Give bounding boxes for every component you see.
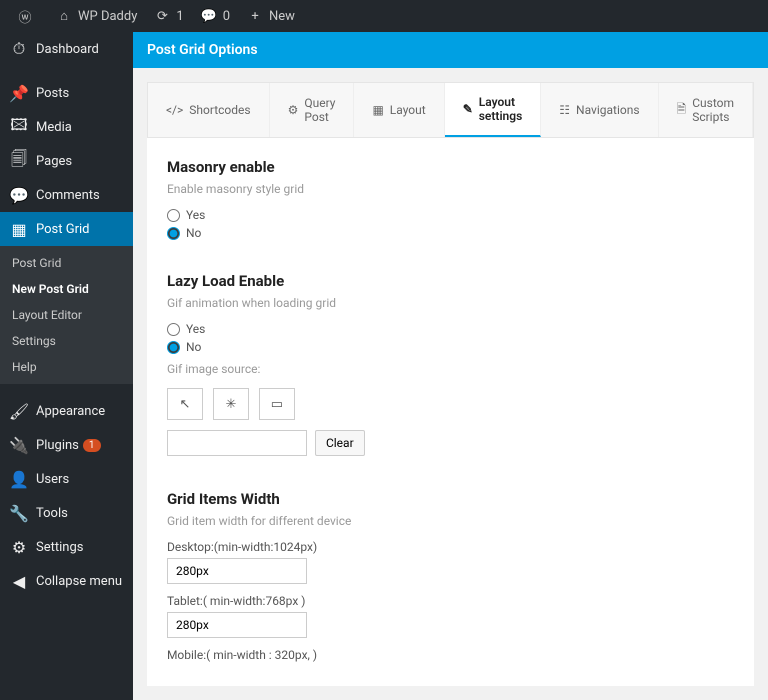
comment-icon: 💬 [200,7,218,25]
updates-link[interactable]: ⟳1 [145,0,191,32]
submenu-postgrid[interactable]: Post Grid [0,250,133,276]
admin-toolbar: ⓦ ⌂WP Daddy ⟳1 💬0 +New [0,0,768,32]
tabs-nav: </>Shortcodes ⚙Query Post ▦Layout ✎Layou… [147,82,754,138]
wordpress-icon: ⓦ [16,7,34,25]
media-icon: 🖾 [10,118,28,136]
code-icon: </> [166,103,183,117]
gif-thumb-2[interactable]: ✳ [213,388,249,420]
lazy-desc: Gif animation when loading grid [167,296,734,310]
gif-thumb-1[interactable]: ↖ [167,388,203,420]
settings-panel: Masonry enable Enable masonry style grid… [147,138,754,686]
gif-source-input[interactable] [167,430,307,456]
gif-thumbs: ↖ ✳ ▭ [167,388,734,420]
masonry-title: Masonry enable [167,158,734,176]
admin-sidebar: ⏱Dashboard 📌Posts 🖾Media 🗐Pages 💬Comment… [0,32,133,700]
new-link[interactable]: + New [238,0,303,32]
collapse-icon: ◀ [10,572,28,590]
tab-shortcodes[interactable]: </>Shortcodes [148,83,270,137]
sidebar-item-pages[interactable]: 🗐Pages [0,144,133,178]
refresh-icon: ⟳ [153,7,171,25]
tablet-width-input[interactable] [167,612,307,638]
plug-icon: 🔌 [10,436,28,454]
dashboard-icon: ⏱ [10,40,28,58]
comments-link[interactable]: 💬0 [192,0,238,32]
desktop-label: Desktop:(min-width:1024px) [167,540,734,554]
sidebar-item-settings[interactable]: ⚙Settings [0,530,133,564]
page-title: Post Grid Options [133,32,768,68]
masonry-radio-yes[interactable]: Yes [167,208,734,222]
comments-count: 0 [223,9,230,24]
user-icon: 👤 [10,470,28,488]
brush-icon: 🖌 [10,402,28,420]
home-icon: ⌂ [55,7,73,25]
tab-query[interactable]: ⚙Query Post [270,83,355,137]
page-icon: 🗐 [10,152,28,170]
sidebar-item-plugins[interactable]: 🔌Plugins1 [0,428,133,462]
sidebar-submenu: Post Grid New Post Grid Layout Editor Se… [0,246,133,384]
gif-source-label: Gif image source: [167,362,734,376]
tab-navigations[interactable]: ☷Navigations [541,83,658,137]
lazy-radio-yes[interactable]: Yes [167,322,734,336]
sidebar-item-users[interactable]: 👤Users [0,462,133,496]
sidebar-item-posts[interactable]: 📌Posts [0,76,133,110]
sidebar-item-appearance[interactable]: 🖌Appearance [0,394,133,428]
sidebar-item-comments[interactable]: 💬Comments [0,178,133,212]
desktop-width-input[interactable] [167,558,307,584]
masonry-desc: Enable masonry style grid [167,182,734,196]
submenu-settings[interactable]: Settings [0,328,133,354]
content-area: Post Grid Options </>Shortcodes ⚙Query P… [133,32,768,700]
submenu-help[interactable]: Help [0,354,133,380]
clear-button[interactable]: Clear [315,430,365,456]
tab-layout[interactable]: ▦Layout [354,83,444,137]
gif-thumb-3[interactable]: ▭ [259,388,295,420]
nav-icon: ☷ [559,103,570,117]
tab-layout-settings[interactable]: ✎Layout settings [445,83,542,137]
pin-icon: 📌 [10,84,28,102]
updates-count: 1 [176,9,183,24]
plugins-badge: 1 [83,439,101,452]
grid-icon: ▦ [10,220,28,238]
submenu-layout-editor[interactable]: Layout Editor [0,302,133,328]
mobile-label: Mobile:( min-width : 320px, ) [167,648,734,662]
submenu-new-postgrid[interactable]: New Post Grid [0,276,133,302]
script-icon: 🗎 [677,100,687,121]
sidebar-item-postgrid[interactable]: ▦Post Grid [0,212,133,246]
masonry-radio-no[interactable]: No [167,226,734,240]
site-link[interactable]: ⌂ WP Daddy [47,0,145,32]
sidebar-item-dashboard[interactable]: ⏱Dashboard [0,32,133,66]
width-title: Grid Items Width [167,490,734,508]
sidebar-item-collapse[interactable]: ◀Collapse menu [0,564,133,598]
gear-icon: ⚙ [288,103,299,117]
site-name: WP Daddy [78,9,137,24]
sliders-icon: ⚙ [10,538,28,556]
plus-icon: + [246,7,264,25]
width-desc: Grid item width for different device [167,514,734,528]
layout-icon: ▦ [372,103,383,117]
lazy-title: Lazy Load Enable [167,272,734,290]
sidebar-item-media[interactable]: 🖾Media [0,110,133,144]
wrench-icon: 🔧 [10,504,28,522]
tab-scripts[interactable]: 🗎Custom Scripts [659,83,753,137]
comment-icon: 💬 [10,186,28,204]
pencil-icon: ✎ [463,102,473,116]
wp-logo[interactable]: ⓦ [8,0,47,32]
sidebar-item-tools[interactable]: 🔧Tools [0,496,133,530]
lazy-radio-no[interactable]: No [167,340,734,354]
new-label: New [269,9,295,24]
tablet-label: Tablet:( min-width:768px ) [167,594,734,608]
